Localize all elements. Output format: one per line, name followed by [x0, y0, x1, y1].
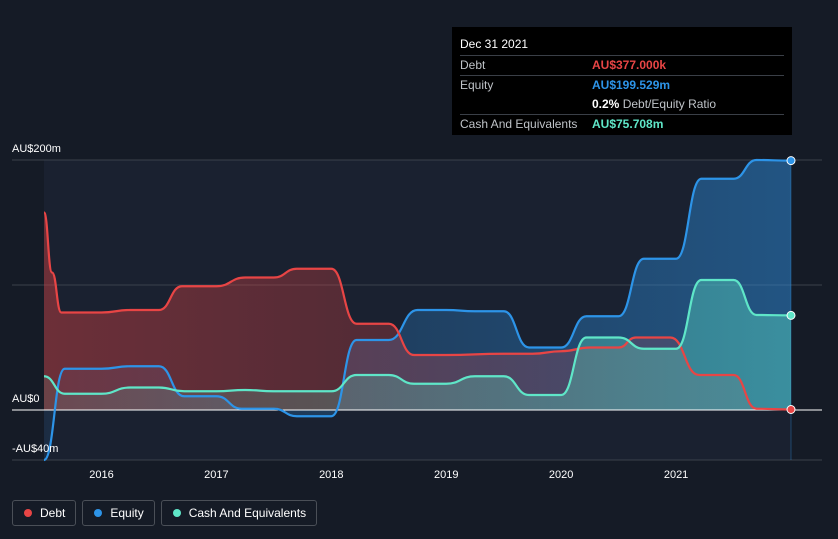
tooltip-row-cash: Cash And Equivalents AU$75.708m: [460, 115, 784, 134]
legend-dot-icon: [24, 509, 32, 517]
legend-item-cash[interactable]: Cash And Equivalents: [160, 500, 318, 526]
tooltip-row-ratio: 0.2% Debt/Equity Ratio: [460, 95, 784, 115]
tooltip-date: Dec 31 2021: [460, 35, 784, 56]
tooltip-value-cash: AU$75.708m: [592, 117, 664, 131]
ratio-label: Debt/Equity Ratio: [622, 97, 717, 111]
chart-legend: Debt Equity Cash And Equivalents: [12, 500, 318, 526]
x-tick-label: 2020: [549, 469, 573, 481]
x-tick-label: 2019: [434, 469, 458, 481]
legend-label: Equity: [110, 506, 144, 520]
tooltip-value-debt: AU$377.000k: [592, 58, 667, 72]
x-tick-label: 2016: [89, 469, 113, 481]
y-tick-label: AU$0: [12, 393, 40, 405]
tooltip-value-ratio: 0.2% Debt/Equity Ratio: [592, 95, 716, 114]
x-tick-label: 2021: [664, 469, 688, 481]
x-tick-label: 2017: [204, 469, 228, 481]
tooltip-row-equity: Equity AU$199.529m: [460, 76, 784, 95]
ratio-value: 0.2%: [592, 97, 620, 111]
legend-dot-icon: [94, 509, 103, 517]
tooltip-row-debt: Debt AU$377.000k: [460, 56, 784, 76]
tooltip-label: Debt: [460, 58, 486, 72]
debt-end-point[interactable]: [786, 405, 796, 414]
x-tick-label: 2018: [319, 469, 343, 481]
data-tooltip: Dec 31 2021 Debt AU$377.000k Equity AU$1…: [452, 27, 792, 135]
x-axis-labels: 2016 2017 2018 2019 2020 2021: [89, 469, 688, 481]
tooltip-label: [460, 95, 592, 114]
legend-label: Debt: [40, 506, 66, 520]
y-tick-label: -AU$40m: [12, 443, 58, 455]
tooltip-value-equity: AU$199.529m: [592, 78, 671, 92]
y-tick-label: AU$200m: [12, 143, 61, 155]
legend-dot-icon: [172, 509, 181, 517]
legend-item-debt[interactable]: Debt: [12, 500, 77, 526]
legend-label: Cash And Equivalents: [188, 506, 307, 520]
legend-item-equity[interactable]: Equity: [82, 500, 155, 526]
tooltip-label: Equity: [460, 78, 494, 92]
cash-and-equivalents-end-point[interactable]: [786, 310, 796, 320]
tooltip-label: Cash And Equivalents: [460, 117, 578, 131]
equity-end-point[interactable]: [786, 156, 796, 166]
